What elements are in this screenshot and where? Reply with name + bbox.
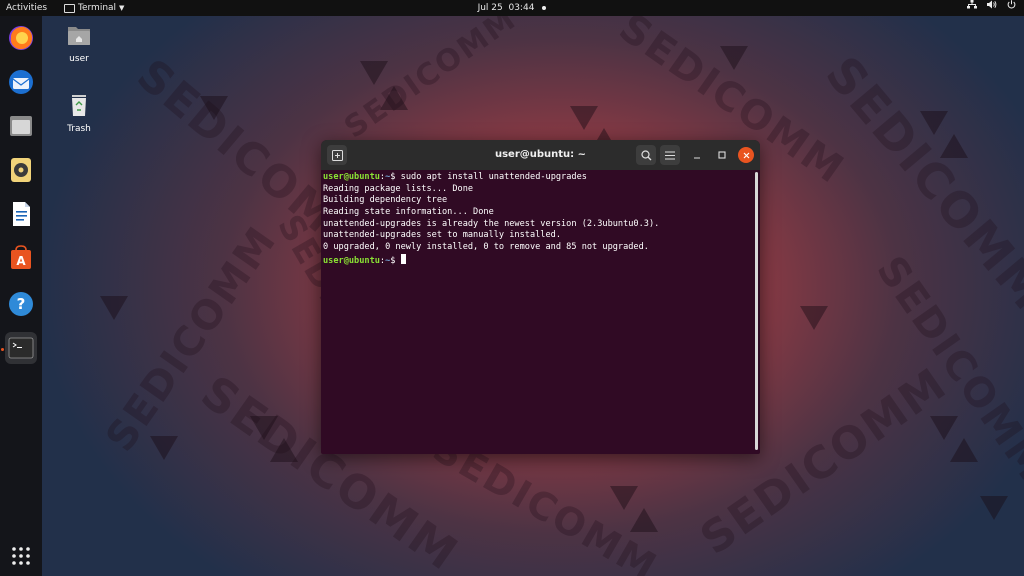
wallpaper-triangle xyxy=(150,436,178,460)
volume-icon xyxy=(987,0,997,9)
new-tab-icon xyxy=(331,149,343,161)
clock: Jul 25 03:44 xyxy=(0,0,1024,16)
minimize-icon xyxy=(694,157,700,159)
prompt-user: user@ubuntu xyxy=(323,255,380,266)
dock: A ? xyxy=(0,16,42,576)
wallpaper-triangle xyxy=(630,508,658,532)
search-button[interactable] xyxy=(636,145,656,165)
output-line: Reading state information... Done xyxy=(323,207,494,218)
rhythmbox-icon xyxy=(11,158,31,182)
help-icon: ? xyxy=(9,292,33,316)
running-indicator-icon xyxy=(1,348,4,351)
wallpaper-triangle xyxy=(610,486,638,510)
home-folder-icon xyxy=(68,27,90,45)
dock-thunderbird[interactable] xyxy=(5,66,37,98)
terminal-output[interactable]: user@ubuntu:~$ sudo apt install unattend… xyxy=(321,170,756,454)
text-cursor xyxy=(400,253,406,264)
wallpaper-triangle xyxy=(100,296,128,320)
close-button[interactable] xyxy=(738,147,754,163)
wallpaper-triangle xyxy=(570,106,598,130)
wallpaper-triangle xyxy=(270,438,298,462)
clock-time: 03:44 xyxy=(508,3,535,13)
files-icon xyxy=(10,116,32,136)
terminal-icon xyxy=(8,337,34,359)
wallpaper-triangle xyxy=(720,46,748,70)
software-icon: A xyxy=(11,245,31,269)
wallpaper-triangle xyxy=(250,416,278,440)
dock-terminal[interactable] xyxy=(5,332,37,364)
chevron-down-icon: ▼ xyxy=(119,4,125,12)
prompt-line: user@ubuntu:~$ xyxy=(323,253,756,266)
top-bar: Activities Terminal ▼ Jul 25 03:44 xyxy=(0,0,1024,16)
show-applications-button[interactable] xyxy=(5,540,37,572)
trash-icon xyxy=(72,95,86,116)
terminal-scrollbar[interactable] xyxy=(755,172,758,450)
wallpaper-triangle xyxy=(200,96,228,120)
wallpaper-triangle xyxy=(920,111,948,135)
maximize-icon xyxy=(718,151,726,159)
dock-firefox[interactable] xyxy=(5,22,37,54)
output-line: unattended-upgrades set to manually inst… xyxy=(323,230,561,241)
thunderbird-icon xyxy=(9,70,33,94)
search-icon xyxy=(640,149,651,160)
wallpaper-triangle xyxy=(800,306,828,330)
svg-text:?: ? xyxy=(17,295,26,313)
wallpaper-triangle xyxy=(380,86,408,110)
wallpaper-triangle xyxy=(980,496,1008,520)
activities-button[interactable]: Activities xyxy=(6,0,47,16)
maximize-button[interactable] xyxy=(714,147,730,163)
clock-button[interactable]: Jul 25 03:44 xyxy=(478,3,547,13)
menu-button[interactable] xyxy=(660,145,680,165)
output-line: 0 upgraded, 0 newly installed, 0 to remo… xyxy=(323,242,649,253)
desktop-icon-trash[interactable]: Trash xyxy=(49,92,109,134)
svg-text:A: A xyxy=(16,254,26,268)
dock-writer[interactable] xyxy=(5,198,37,230)
command-line: user@ubuntu:~$ sudo apt install unattend… xyxy=(323,172,587,182)
app-menu[interactable]: Terminal ▼ xyxy=(64,0,124,16)
wallpaper-triangle xyxy=(360,61,388,85)
terminal-window: user@ubuntu: ~ user@ubuntu:~$ sudo apt i… xyxy=(321,140,760,454)
app-menu-label: Terminal xyxy=(78,3,117,13)
dock-software[interactable]: A xyxy=(5,242,37,274)
desktop-icon-home[interactable]: user xyxy=(49,22,109,64)
network-icon xyxy=(967,0,977,9)
system-menu[interactable] xyxy=(967,0,1016,9)
close-icon xyxy=(743,152,749,158)
output-line: unattended-upgrades is already the newes… xyxy=(323,218,660,229)
wallpaper-triangle xyxy=(940,134,968,158)
output-line: Building dependency tree xyxy=(323,195,448,206)
prompt-symbol: $ xyxy=(390,172,396,182)
new-tab-button[interactable] xyxy=(327,145,347,165)
dock-help[interactable]: ? xyxy=(5,288,37,320)
minimize-button[interactable] xyxy=(689,147,705,163)
dock-rhythmbox[interactable] xyxy=(5,154,37,186)
terminal-titlebar[interactable]: user@ubuntu: ~ xyxy=(321,140,760,170)
wallpaper-triangle xyxy=(950,438,978,462)
prompt-symbol: $ xyxy=(390,255,396,266)
writer-icon xyxy=(13,202,30,226)
desktop-icon-label: user xyxy=(69,54,89,64)
output-line: Reading package lists... Done xyxy=(323,183,474,194)
terminal-icon xyxy=(64,3,75,13)
wallpaper-triangle xyxy=(930,416,958,440)
notification-dot-icon xyxy=(542,5,547,10)
dock-files[interactable] xyxy=(5,110,37,142)
hamburger-menu-icon xyxy=(665,150,675,160)
desktop-icon-label: Trash xyxy=(67,124,91,134)
power-icon xyxy=(1007,0,1016,9)
clock-date: Jul 25 xyxy=(477,3,503,13)
show-apps-icon xyxy=(12,547,30,565)
prompt-user: user@ubuntu xyxy=(323,172,380,182)
firefox-icon xyxy=(9,26,33,50)
command-text: sudo apt install unattended-upgrades xyxy=(400,172,587,182)
